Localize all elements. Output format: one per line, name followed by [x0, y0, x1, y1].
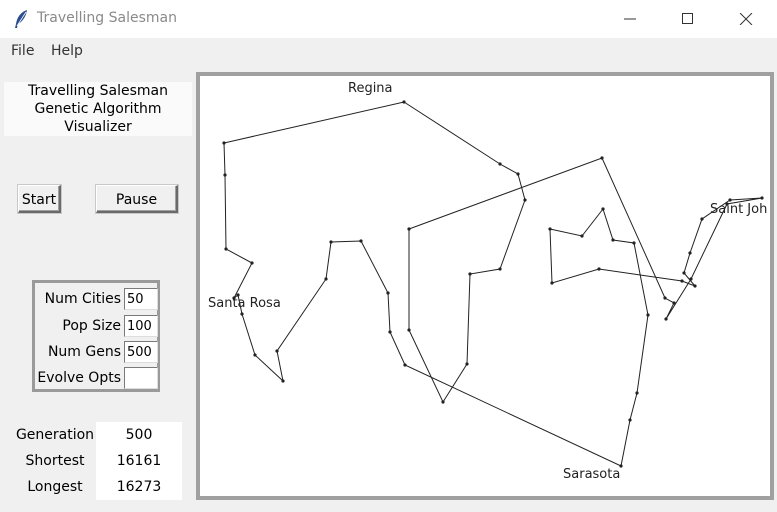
- city-point: [601, 207, 605, 211]
- num-gens-input[interactable]: [124, 341, 158, 363]
- num-cities-input[interactable]: [124, 288, 158, 310]
- menu-help[interactable]: Help: [51, 43, 83, 59]
- city-point: [550, 281, 554, 285]
- city-point: [223, 173, 227, 177]
- panel-title: Travelling Salesman Genetic Algorithm Vi…: [4, 82, 192, 136]
- panel-title-line2: Genetic Algorithm Visualizer: [34, 101, 162, 135]
- generation-value: 500: [125, 427, 153, 443]
- city-point: [324, 277, 328, 281]
- city-point: [611, 238, 615, 242]
- city-point: [386, 291, 390, 295]
- title-bar: Travelling Salesman: [0, 0, 777, 38]
- menu-bar: File Help: [0, 38, 777, 64]
- city-point: [402, 100, 406, 104]
- generation-label: Generation: [15, 427, 95, 443]
- shortest-label: Shortest: [25, 453, 85, 469]
- longest-label: Longest: [27, 479, 83, 495]
- minimize-icon: [624, 18, 636, 20]
- city-point: [680, 279, 684, 283]
- longest-value: 16273: [116, 479, 162, 495]
- evolve-opts-row: Evolve Opts: [35, 367, 158, 389]
- city-point: [689, 277, 693, 281]
- panel-title-line1: Travelling Salesman: [28, 83, 168, 99]
- city-point: [329, 240, 333, 244]
- city-point: [523, 198, 527, 202]
- city-point: [498, 267, 502, 271]
- params-group: Num Cities Pop Size Num Gens Evolve Opts: [32, 280, 160, 392]
- city-point: [224, 247, 228, 251]
- minimize-button[interactable]: [601, 0, 659, 38]
- city-point: [359, 239, 363, 243]
- window-title: Travelling Salesman: [37, 10, 177, 26]
- evolve-opts-input[interactable]: [124, 367, 158, 389]
- city-point: [628, 418, 632, 422]
- shortest-value: 16161: [116, 453, 162, 469]
- city-point: [664, 317, 668, 321]
- maximize-button[interactable]: [659, 0, 717, 38]
- city-point: [407, 328, 411, 332]
- city-point: [548, 227, 552, 231]
- num-cities-label: Num Cities: [44, 291, 121, 307]
- city-point: [407, 227, 411, 231]
- city-point: [632, 241, 636, 245]
- num-cities-row: Num Cities: [35, 288, 158, 310]
- city-point: [600, 156, 604, 160]
- city-point: [403, 363, 407, 367]
- city-point: [646, 313, 650, 317]
- city-label-santa-rosa: Santa Rosa: [208, 296, 281, 311]
- city-points: [222, 100, 764, 468]
- city-point: [700, 217, 704, 221]
- map-canvas: Regina Saint Joh Santa Rosa Sarasota: [196, 72, 774, 500]
- city-point: [222, 141, 226, 145]
- city-point: [682, 271, 686, 275]
- route-path: [223, 101, 763, 467]
- city-label-saint-john: Saint Joh: [710, 202, 767, 217]
- maximize-icon: [682, 13, 693, 24]
- city-point: [240, 312, 244, 316]
- city-point: [663, 296, 667, 300]
- city-point: [516, 172, 520, 176]
- city-point: [597, 267, 601, 271]
- pop-size-input[interactable]: [124, 315, 158, 337]
- city-point: [635, 391, 639, 395]
- city-point: [441, 400, 445, 404]
- feather-icon: [15, 10, 27, 28]
- city-point: [688, 251, 692, 255]
- pause-button[interactable]: Pause: [96, 185, 178, 213]
- num-gens-row: Num Gens: [35, 341, 158, 363]
- pop-size-row: Pop Size: [35, 315, 158, 337]
- city-point: [253, 353, 257, 357]
- city-point: [465, 362, 469, 366]
- city-point: [580, 234, 584, 238]
- city-point: [281, 379, 285, 383]
- evolve-opts-label: Evolve Opts: [37, 370, 121, 386]
- num-gens-label: Num Gens: [47, 344, 121, 360]
- close-icon: [739, 13, 753, 25]
- city-point: [693, 284, 697, 288]
- city-point: [250, 261, 254, 265]
- close-button[interactable]: [717, 0, 775, 38]
- city-point: [468, 272, 472, 276]
- city-point: [275, 349, 279, 353]
- city-point: [388, 330, 392, 334]
- city-label-regina: Regina: [348, 81, 393, 96]
- pop-size-label: Pop Size: [62, 318, 121, 334]
- city-label-sarasota: Sarasota: [563, 467, 620, 482]
- start-button[interactable]: Start: [18, 185, 61, 213]
- route-map: Regina Saint Joh Santa Rosa Sarasota: [208, 81, 767, 482]
- menu-file[interactable]: File: [11, 43, 34, 59]
- city-point: [672, 301, 676, 305]
- city-point: [760, 196, 764, 200]
- city-point: [498, 162, 502, 166]
